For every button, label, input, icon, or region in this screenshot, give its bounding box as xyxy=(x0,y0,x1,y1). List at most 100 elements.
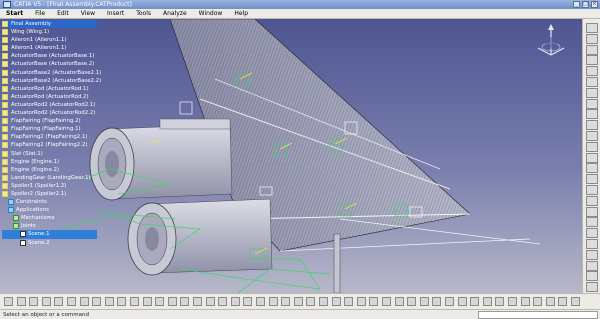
grid-icon[interactable] xyxy=(520,297,530,306)
tree-mechanisms[interactable]: Mechanisms xyxy=(2,214,97,222)
pan-icon[interactable] xyxy=(586,44,598,55)
tree-applications[interactable]: Applications xyxy=(2,206,97,214)
compass-icon[interactable] xyxy=(534,21,568,59)
tree-item[interactable]: ActuatorRod (ActuatorRod.1) xyxy=(2,85,97,93)
scene-icon[interactable] xyxy=(256,297,265,306)
save-icon[interactable] xyxy=(29,297,39,306)
maximize-button[interactable]: □ xyxy=(582,1,589,8)
open-icon[interactable] xyxy=(16,297,26,306)
swap-visible-icon[interactable] xyxy=(533,297,543,306)
annotation-icon[interactable] xyxy=(281,297,291,306)
menu-edit[interactable]: Edit xyxy=(57,10,69,17)
distance-icon[interactable] xyxy=(586,282,598,293)
constraint-icon[interactable] xyxy=(586,152,598,163)
tree-item[interactable]: Slat (Slat.1) xyxy=(2,150,97,158)
tree-item[interactable]: ActuatorBase (ActuatorBase.1) xyxy=(2,52,97,60)
menu-window[interactable]: Window xyxy=(199,10,223,17)
catalog-icon[interactable] xyxy=(142,297,152,306)
replace-icon[interactable] xyxy=(205,297,215,306)
3d-viewport[interactable]: Final Assembly Wing (Wing.1) Aileron1 (Ai… xyxy=(0,19,582,293)
reorder-icon[interactable] xyxy=(218,297,228,306)
light-icon[interactable] xyxy=(470,297,480,306)
color-icon[interactable] xyxy=(482,297,492,306)
new-icon[interactable] xyxy=(4,297,13,306)
contact-icon[interactable] xyxy=(586,185,598,195)
redo-icon[interactable] xyxy=(104,297,114,306)
print-icon[interactable] xyxy=(41,297,51,306)
angle-icon[interactable] xyxy=(586,206,598,217)
render-icon[interactable] xyxy=(586,109,598,120)
rotate-icon[interactable] xyxy=(586,55,598,66)
measure-item-icon[interactable] xyxy=(319,297,328,306)
measure-inertia-icon[interactable] xyxy=(331,297,341,306)
explode-view-icon[interactable] xyxy=(419,297,429,306)
tree-scene[interactable]: Scene.1 xyxy=(2,230,97,239)
fly-mode-icon[interactable] xyxy=(586,33,598,44)
hide-show-icon[interactable] xyxy=(586,120,598,131)
tree-joints[interactable]: Joints xyxy=(2,222,97,230)
tree-item[interactable]: Wing (Wing.1) xyxy=(2,28,97,36)
sketch-icon[interactable] xyxy=(344,297,354,306)
tree-item[interactable]: Engine (Engine.2) xyxy=(2,166,97,174)
camera-icon[interactable] xyxy=(508,297,517,306)
tree-item[interactable]: ActuatorBase (ActuatorBase.2) xyxy=(2,60,97,68)
tree-item[interactable]: Spoiler2 (Spoiler2.1) xyxy=(2,190,97,198)
part-icon[interactable] xyxy=(180,297,190,306)
swap-icon[interactable] xyxy=(586,131,598,141)
component-icon[interactable] xyxy=(167,297,177,306)
iso-view-icon[interactable] xyxy=(586,98,598,109)
manipulate-icon[interactable] xyxy=(586,249,598,260)
numbering-icon[interactable] xyxy=(230,297,240,306)
command-input[interactable] xyxy=(478,311,598,319)
menu-view[interactable]: View xyxy=(81,10,95,17)
zoom-icon[interactable] xyxy=(586,66,598,77)
product-icon[interactable] xyxy=(155,297,165,306)
undo-icon[interactable] xyxy=(92,297,102,306)
explode-icon[interactable] xyxy=(586,228,598,239)
menu-tools[interactable]: Tools xyxy=(136,10,151,17)
tree-root[interactable]: Final Assembly xyxy=(2,20,97,29)
section-icon[interactable] xyxy=(586,271,598,282)
tree-item[interactable]: Aileron1 (Aileron1.1) xyxy=(2,44,97,52)
minimize-button[interactable]: _ xyxy=(573,1,580,8)
fit-all-icon[interactable] xyxy=(571,297,580,306)
tree-scene[interactable]: Scene.2 xyxy=(2,239,97,247)
tree-constraints[interactable]: Constraints xyxy=(2,198,97,206)
engine-upper[interactable] xyxy=(89,118,233,201)
tree-item[interactable]: Engine (Engine.1) xyxy=(2,158,97,166)
tree-item[interactable]: Spoiler1 (Spoiler1.2) xyxy=(2,182,97,190)
tree-item[interactable]: FlapFairing2 (FlapFairing2.2) xyxy=(2,141,97,149)
weld-icon[interactable] xyxy=(293,297,303,306)
menu-insert[interactable]: Insert xyxy=(107,10,124,17)
tree-item[interactable]: ActuatorRod2 (ActuatorRod2.2) xyxy=(2,109,97,117)
tools-icon[interactable] xyxy=(432,297,442,306)
tree-item[interactable]: ActuatorRod (ActuatorRod.2) xyxy=(2,93,97,101)
display-icon[interactable] xyxy=(445,297,454,306)
snap-icon[interactable] xyxy=(586,239,598,249)
tree-item[interactable]: ActuatorBase2 (ActuatorBase2.2) xyxy=(2,77,101,85)
tree-item[interactable]: FlapFairing2 (FlapFairing2.1) xyxy=(2,133,97,141)
bom-icon[interactable] xyxy=(243,297,253,306)
pad-icon[interactable] xyxy=(356,297,366,306)
measure-between-icon[interactable] xyxy=(306,297,316,306)
tree-item[interactable]: ActuatorRod2 (ActuatorRod2.1) xyxy=(2,101,97,109)
group-icon[interactable] xyxy=(268,297,278,306)
select-icon[interactable] xyxy=(586,23,598,33)
cut-icon[interactable] xyxy=(54,297,64,306)
update-icon[interactable] xyxy=(586,217,598,228)
wireframe-icon[interactable] xyxy=(457,297,467,306)
paste-icon[interactable] xyxy=(79,297,89,306)
existing-component-icon[interactable] xyxy=(193,297,202,306)
multi-view-icon[interactable] xyxy=(586,87,598,98)
render-style-icon[interactable] xyxy=(495,297,505,306)
sectioning-icon[interactable] xyxy=(407,297,417,306)
menu-file[interactable]: File xyxy=(35,10,45,17)
fix-icon[interactable] xyxy=(586,163,598,174)
engine-lower[interactable] xyxy=(127,198,273,276)
coincidence-icon[interactable] xyxy=(586,174,598,185)
tree-item[interactable]: FlapFairing (FlapFairing.1) xyxy=(2,125,97,133)
tree-item[interactable]: Aileron1 (Aileron1.1) xyxy=(2,36,97,44)
tree-item[interactable]: ActuatorBase2 (ActuatorBase2.1) xyxy=(2,69,101,77)
simulation-icon[interactable] xyxy=(394,297,404,306)
formula-icon[interactable] xyxy=(130,297,139,306)
